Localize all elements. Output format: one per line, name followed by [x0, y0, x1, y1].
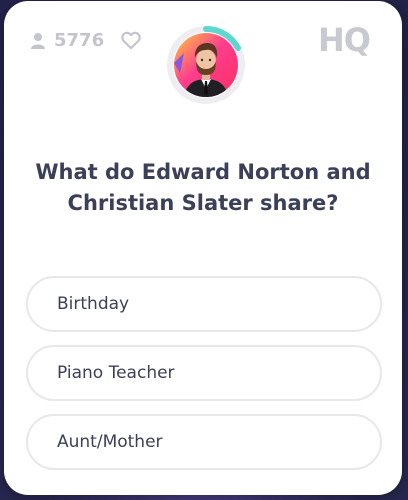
- answer-option-label: Piano Teacher: [57, 363, 175, 383]
- answer-option-label: Aunt/Mother: [57, 432, 163, 452]
- viewer-count-value: 5776: [54, 30, 105, 51]
- answer-option-3[interactable]: Aunt/Mother: [26, 414, 382, 470]
- svg-text:HQ: HQ: [318, 21, 370, 57]
- hq-logo: HQ: [318, 21, 371, 57]
- host-avatar: [166, 25, 246, 105]
- heart-icon[interactable]: [120, 29, 142, 51]
- answer-option-2[interactable]: Piano Teacher: [26, 345, 382, 401]
- person-icon: [31, 32, 45, 49]
- question-card: 5776 HQ What do Edward Norton and Christ…: [4, 1, 402, 495]
- viewer-count: 5776: [30, 30, 104, 51]
- host-photo: [174, 33, 238, 97]
- answer-option-label: Birthday: [57, 294, 130, 314]
- question-text: What do Edward Norton and Christian Slat…: [35, 160, 371, 215]
- answer-option-1[interactable]: Birthday: [26, 276, 382, 332]
